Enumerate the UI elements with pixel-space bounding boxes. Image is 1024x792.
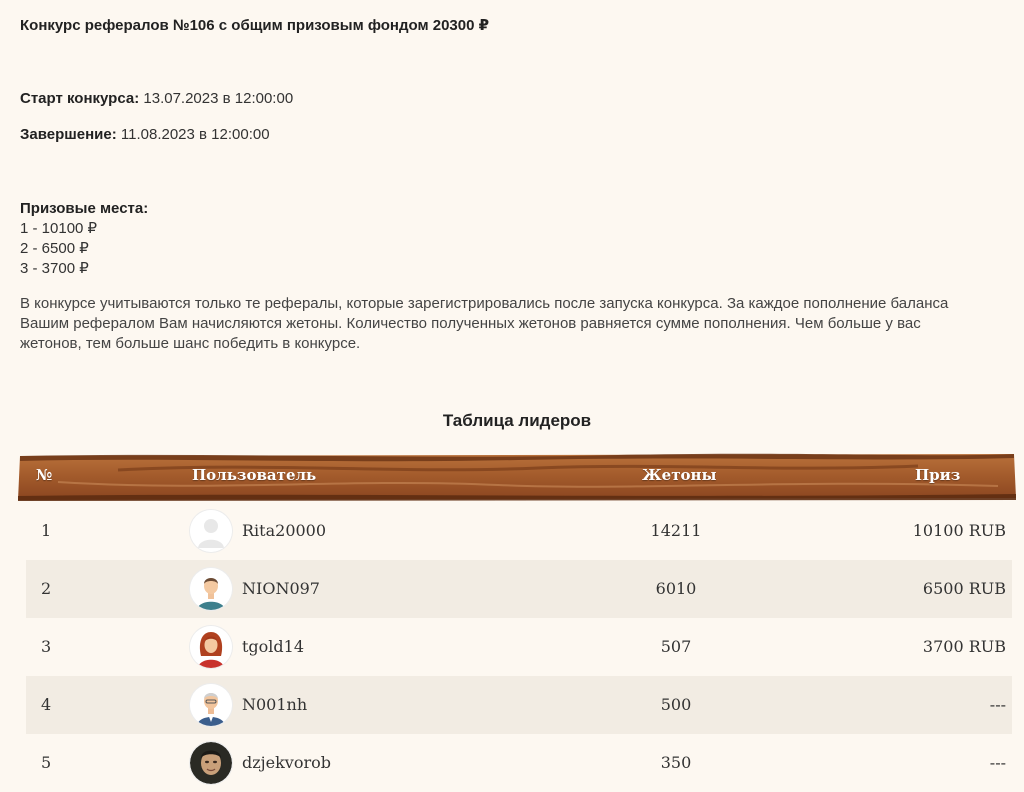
- old-man-avatar-icon[interactable]: [190, 684, 232, 726]
- table-row: 2 NION097 6010 6500 RUB: [26, 560, 1012, 618]
- leaderboard-table: № Пользователь Жетоны Приз 1 Rita20000 1…: [18, 452, 1016, 792]
- tokens-cell: 14211: [650, 521, 702, 540]
- contest-start: Старт конкурса: 13.07.2023 в 12:00:00: [20, 90, 293, 107]
- prize-place-1: 1 - 10100 ₽: [20, 220, 98, 237]
- tokens-cell: 6010: [655, 579, 697, 598]
- rank-cell: 1: [41, 521, 52, 540]
- tokens-cell: 507: [660, 637, 692, 656]
- table-body: 1 Rita20000 14211 10100 RUB 2 NION097 60…: [26, 502, 1012, 792]
- prize-cell: 3700 RUB: [922, 637, 1006, 656]
- rank-cell: 5: [41, 753, 52, 772]
- column-header-prize[interactable]: Приз: [915, 466, 960, 484]
- contest-title: Конкурс рефералов №106 с общим призовым …: [20, 17, 490, 34]
- tokens-cell: 500: [660, 695, 692, 714]
- username-cell[interactable]: Rita20000: [242, 502, 326, 560]
- table-row: 4 N001nh 500 ---: [26, 676, 1012, 734]
- default-avatar-icon[interactable]: [190, 510, 232, 552]
- end-value: 11.08.2023 в 12:00:00: [120, 126, 270, 143]
- prize-places: Призовые места: 1 - 10100 ₽ 2 - 6500 ₽ 3…: [20, 199, 148, 279]
- prize-cell: ---: [989, 753, 1006, 772]
- start-value: 13.07.2023 в 12:00:00: [143, 90, 294, 107]
- end-label: Завершение:: [20, 126, 117, 143]
- contest-description: В конкурсе учитываются только те реферал…: [20, 295, 949, 352]
- column-header-tokens[interactable]: Жетоны: [642, 466, 717, 484]
- table-row: 1 Rita20000 14211 10100 RUB: [26, 502, 1012, 560]
- prizes-heading: Призовые места:: [20, 200, 149, 217]
- rank-cell: 3: [41, 637, 52, 656]
- rank-cell: 4: [41, 695, 52, 714]
- photo-avatar-icon[interactable]: [190, 742, 232, 784]
- wood-plank-header: [18, 453, 1016, 501]
- contest-end: Завершение: 11.08.2023 в 12:00:00: [20, 126, 270, 143]
- woman-avatar-icon[interactable]: [190, 626, 232, 668]
- rank-cell: 2: [41, 579, 52, 598]
- prize-cell: 10100 RUB: [912, 521, 1006, 540]
- prize-cell: 6500 RUB: [922, 579, 1006, 598]
- table-row: 5 dzjekvorob 350 ---: [26, 734, 1012, 792]
- table-header: № Пользователь Жетоны Приз: [18, 452, 1016, 502]
- start-label: Старт конкурса:: [20, 90, 140, 107]
- username-cell[interactable]: N001nh: [242, 676, 307, 734]
- username-cell[interactable]: tgold14: [242, 618, 304, 676]
- leaderboard-title: Таблица лидеров: [442, 411, 592, 430]
- prize-place-2: 2 - 6500 ₽: [20, 240, 89, 257]
- prize-cell: ---: [989, 695, 1006, 714]
- column-header-user[interactable]: Пользователь: [192, 466, 316, 484]
- username-cell[interactable]: NION097: [242, 560, 320, 618]
- username-cell[interactable]: dzjekvorob: [242, 734, 331, 792]
- table-row: 3 tgold14 507 3700 RUB: [26, 618, 1012, 676]
- column-header-num[interactable]: №: [36, 466, 52, 484]
- prize-place-3: 3 - 3700 ₽: [20, 260, 89, 277]
- man-avatar-icon[interactable]: [190, 568, 232, 610]
- tokens-cell: 350: [660, 753, 692, 772]
